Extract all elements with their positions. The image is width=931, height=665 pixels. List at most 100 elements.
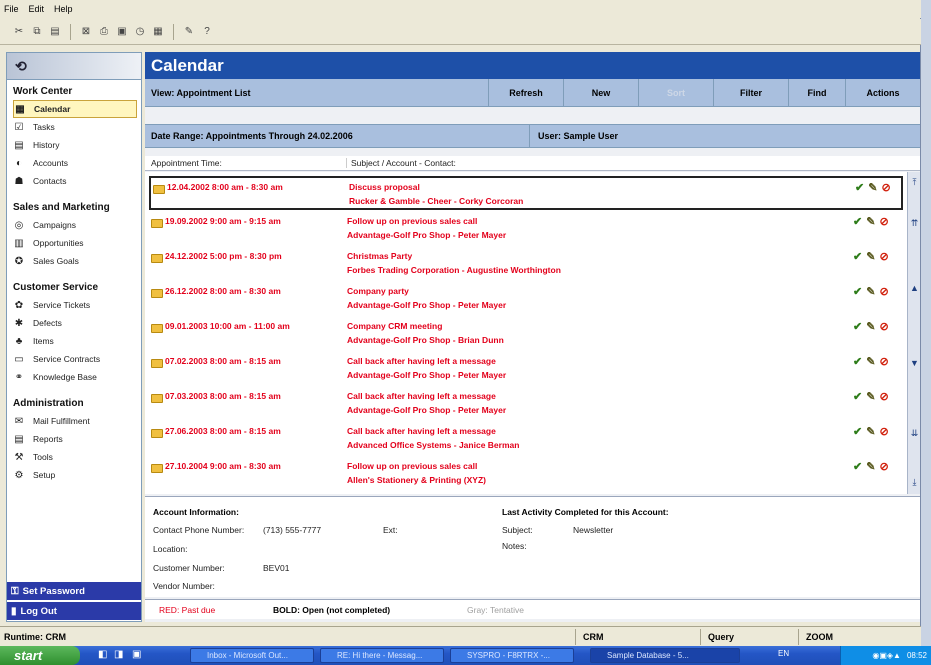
date-range-label[interactable]: Date Range: Appointments Through 24.02.2… (145, 125, 530, 147)
appointment-row[interactable]: 12.04.2002 8:00 am - 8:30 am Discuss pro… (149, 176, 903, 210)
scroll-page-up-icon[interactable]: ⇈ (909, 217, 920, 229)
sort-button[interactable]: Sort (638, 79, 713, 106)
quick-launch-icon[interactable]: ◧ (98, 649, 107, 660)
edit-icon[interactable]: ✎ (866, 215, 875, 228)
sidebar-item-setup[interactable]: ⚙ Setup (13, 466, 141, 484)
edit-icon[interactable]: ✎ (866, 355, 875, 368)
scroll-page-down-icon[interactable]: ⇊ (909, 427, 920, 439)
scroll-bottom-icon[interactable]: ⤓ (909, 476, 920, 488)
sidebar-item-tools[interactable]: ⚒ Tools (13, 448, 141, 466)
user-label[interactable]: User: Sample User (530, 131, 618, 141)
complete-icon[interactable]: ✔ (853, 215, 862, 228)
language-indicator[interactable]: EN (778, 649, 789, 658)
appointment-row[interactable]: 07.03.2003 8:00 am - 8:15 am Call back a… (149, 387, 903, 421)
sidebar-item-items[interactable]: ♣ Items (13, 332, 141, 350)
form-icon[interactable]: ▣ (115, 25, 129, 39)
edit-icon[interactable]: ✎ (866, 320, 875, 333)
cancel-icon[interactable]: ⊘ (881, 181, 890, 194)
menu-edit[interactable]: Edit (29, 4, 45, 14)
sidebar-item-accounts[interactable]: ◐ Accounts (13, 154, 141, 172)
tray-icons[interactable]: ◉▣◈▲ (872, 651, 901, 660)
report-icon[interactable]: ▦ (151, 25, 165, 39)
menu-file[interactable]: File (4, 4, 19, 14)
scroll-top-icon[interactable]: ⤒ (909, 176, 920, 188)
copy-icon[interactable]: ⧉ (30, 25, 44, 39)
scroll-down-icon[interactable]: ▼ (909, 357, 920, 369)
sidebar-item-mail-fulfillment[interactable]: ✉ Mail Fulfillment (13, 412, 141, 430)
start-button[interactable]: start (0, 646, 80, 665)
sidebar-item-service-contracts[interactable]: ▭ Service Contracts (13, 350, 141, 368)
view-label[interactable]: View: Appointment List (145, 79, 488, 106)
sidebar-item-sales-goals[interactable]: ✪ Sales Goals (13, 252, 141, 270)
list-scrollbar[interactable]: ⤒ ⇈ ▲ ▼ ⇊ ⤓ (907, 172, 920, 494)
cancel-icon[interactable]: ⊘ (879, 250, 888, 263)
edit-icon[interactable]: ✎ (866, 250, 875, 263)
edit-icon[interactable]: ✎ (868, 181, 877, 194)
complete-icon[interactable]: ✔ (853, 320, 862, 333)
edit-icon[interactable]: ✎ (866, 285, 875, 298)
sidebar-item-tasks[interactable]: ☑ Tasks (13, 118, 141, 136)
zoom-status: ZOOM (806, 632, 833, 642)
sidebar-item-knowledge-base[interactable]: ⚭ Knowledge Base (13, 368, 141, 386)
cancel-icon[interactable]: ⊘ (879, 460, 888, 473)
refresh-button[interactable]: Refresh (488, 79, 563, 106)
appointment-row[interactable]: 27.06.2003 8:00 am - 8:15 am Call back a… (149, 422, 903, 456)
wizard-icon[interactable]: ✎ (182, 25, 196, 39)
complete-icon[interactable]: ✔ (853, 250, 862, 263)
appointment-row[interactable]: 09.01.2003 10:00 am - 11:00 am Company C… (149, 317, 903, 351)
print-icon[interactable]: ⎙ (97, 25, 111, 39)
sidebar-item-calendar[interactable]: ▦ Calendar (13, 100, 137, 118)
help-icon[interactable]: ? (200, 25, 214, 39)
appointment-row[interactable]: 24.12.2002 5:00 pm - 8:30 pm Christmas P… (149, 247, 903, 281)
sidebar-item-label: Tools (33, 452, 53, 462)
complete-icon[interactable]: ✔ (853, 460, 862, 473)
actions-button[interactable]: Actions (845, 79, 920, 106)
toolbar-divider (173, 23, 174, 40)
paste-icon[interactable]: ▤ (48, 25, 62, 39)
edit-icon[interactable]: ✎ (866, 390, 875, 403)
clock-icon[interactable]: ◷ (133, 25, 147, 39)
cancel-icon[interactable]: ⊘ (879, 425, 888, 438)
sidebar-item-defects[interactable]: ✱ Defects (13, 314, 141, 332)
appointment-row[interactable]: 19.09.2002 9:00 am - 9:15 am Follow up o… (149, 212, 903, 246)
set-password-button[interactable]: ⚿ Set Password (7, 581, 141, 600)
log-out-button[interactable]: ▮ Log Out (7, 601, 141, 620)
sidebar-item-campaigns[interactable]: ◎ Campaigns (13, 216, 141, 234)
scroll-up-icon[interactable]: ▲ (909, 282, 920, 294)
sidebar-item-history[interactable]: ▤ History (13, 136, 141, 154)
filter-button[interactable]: Filter (713, 79, 788, 106)
cancel-icon[interactable]: ⊘ (879, 215, 888, 228)
appointment-row[interactable]: 27.10.2004 9:00 am - 8:30 am Follow up o… (149, 457, 903, 491)
taskbar-item-outlook[interactable]: Inbox - Microsoft Out... (190, 648, 314, 663)
complete-icon[interactable]: ✔ (855, 181, 864, 194)
taskbar-item-sample-database[interactable]: Sample Database - 5... (590, 648, 740, 663)
sidebar-item-reports[interactable]: ▤ Reports (13, 430, 141, 448)
taskbar-item-syspro[interactable]: SYSPRO - F8RTRX -... (450, 648, 574, 663)
cancel-icon[interactable]: ⊘ (879, 355, 888, 368)
complete-icon[interactable]: ✔ (853, 390, 862, 403)
edit-icon[interactable]: ✎ (866, 460, 875, 473)
sidebar-item-opportunities[interactable]: ▥ Opportunities (13, 234, 141, 252)
sidebar-item-service-tickets[interactable]: ✿ Service Tickets (13, 296, 141, 314)
complete-icon[interactable]: ✔ (853, 355, 862, 368)
taskbar-item-messenger[interactable]: RE: Hi there - Messag... (320, 648, 444, 663)
complete-icon[interactable]: ✔ (853, 285, 862, 298)
cancel-icon[interactable]: ⊘ (879, 390, 888, 403)
legend-bold: BOLD: Open (not completed) (273, 605, 391, 615)
quick-launch-icon[interactable]: ▣ (132, 649, 141, 660)
cut-icon[interactable]: ✂ (12, 25, 26, 39)
new-button[interactable]: New (563, 79, 638, 106)
excel-icon[interactable]: ⊠ (79, 25, 93, 39)
edit-icon[interactable]: ✎ (866, 425, 875, 438)
sidebar-item-contacts[interactable]: ☗ Contacts (13, 172, 141, 190)
appointment-row[interactable]: 26.12.2002 8:00 am - 8:30 am Company par… (149, 282, 903, 316)
column-appointment-time[interactable]: Appointment Time: (145, 158, 347, 168)
appointment-row[interactable]: 07.02.2003 8:00 am - 8:15 am Call back a… (149, 352, 903, 386)
complete-icon[interactable]: ✔ (853, 425, 862, 438)
cancel-icon[interactable]: ⊘ (879, 285, 888, 298)
column-subject[interactable]: Subject / Account - Contact: (347, 158, 456, 168)
find-button[interactable]: Find (788, 79, 845, 106)
quick-launch-icon[interactable]: ◨ (114, 649, 123, 660)
cancel-icon[interactable]: ⊘ (879, 320, 888, 333)
menu-help[interactable]: Help (54, 4, 73, 14)
